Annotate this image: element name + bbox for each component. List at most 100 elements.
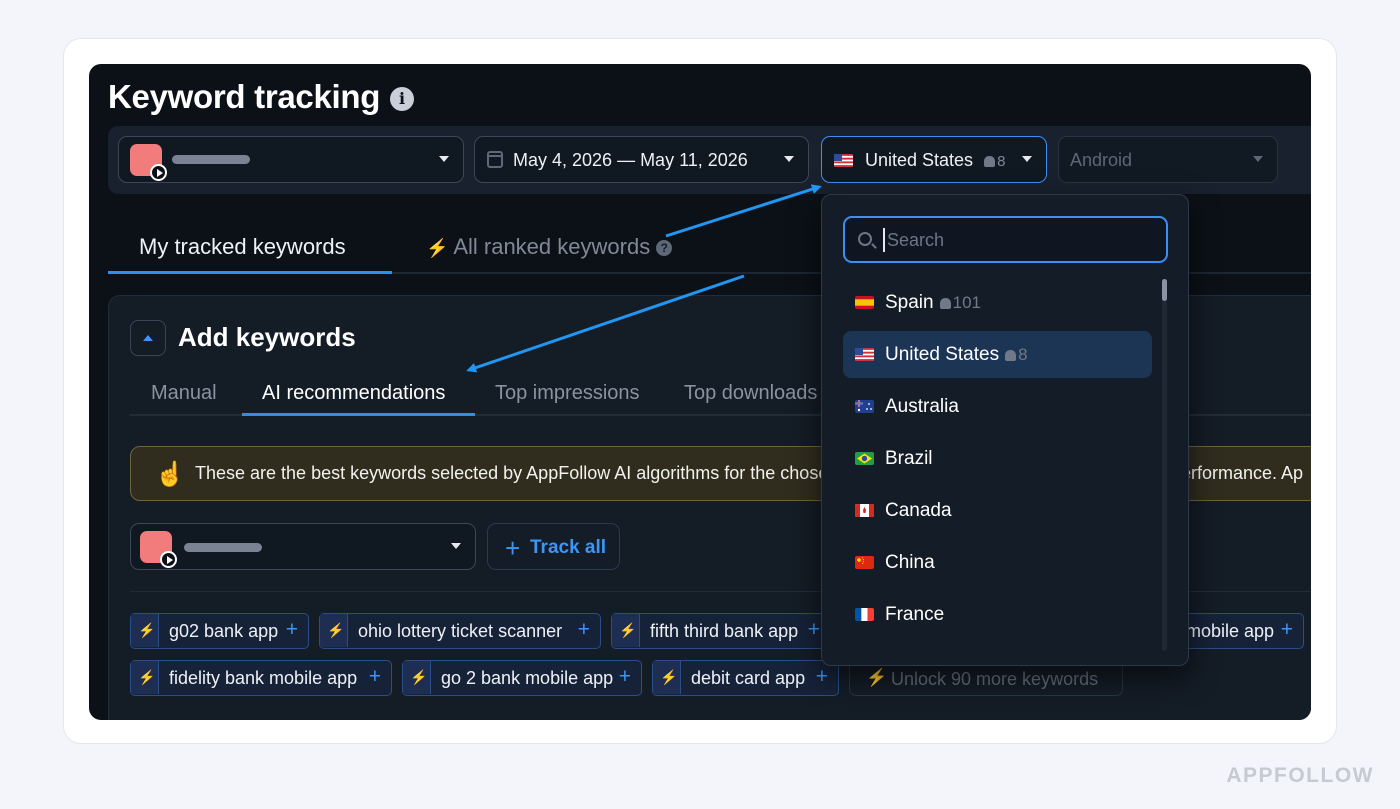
pointing-hand-icon: ☝️ bbox=[155, 461, 185, 488]
chevron-down-icon bbox=[1022, 156, 1032, 162]
bolt-icon bbox=[131, 661, 159, 694]
android-icon bbox=[939, 298, 951, 309]
chevron-down-icon bbox=[439, 156, 449, 162]
panel-title: Add keywords bbox=[178, 322, 356, 352]
subtab-top-downloads[interactable]: Top downloads bbox=[684, 382, 817, 405]
bolt-icon bbox=[612, 614, 640, 647]
country-option-china[interactable]: China bbox=[843, 539, 1152, 586]
banner-text-end: erformance. Ap bbox=[1181, 463, 1304, 483]
subtab-manual[interactable]: Manual bbox=[151, 382, 217, 405]
collapse-button[interactable] bbox=[130, 320, 166, 356]
keyword-chip[interactable]: go 2 bank mobile app + bbox=[402, 660, 642, 696]
app-name-redacted bbox=[184, 543, 262, 552]
subtab-ai-recommendations[interactable]: AI recommendations bbox=[262, 382, 445, 405]
app-screenshot: Keyword tracking i May 4, 2026 — May 11,… bbox=[89, 64, 1311, 720]
keyword-chip[interactable]: g02 bank app + bbox=[130, 613, 309, 649]
track-all-button[interactable]: + Track all bbox=[487, 523, 620, 570]
search-icon bbox=[858, 232, 872, 246]
date-range-value: May 4, 2026 — May 11, 2026 bbox=[513, 150, 748, 170]
date-range-picker[interactable]: May 4, 2026 — May 11, 2026 bbox=[474, 136, 809, 183]
keyword-text: fifth third bank app bbox=[650, 621, 799, 641]
filter-bar: May 4, 2026 — May 11, 2026 United States… bbox=[108, 126, 1311, 194]
keyword-chip[interactable]: debit card app + bbox=[652, 660, 839, 696]
track-all-label: Track all bbox=[530, 537, 607, 558]
scrollbar[interactable] bbox=[1162, 279, 1167, 651]
bolt-icon: ⚡ bbox=[426, 238, 449, 258]
australia-flag-icon bbox=[855, 400, 874, 413]
country-option-brazil[interactable]: Brazil bbox=[843, 435, 1152, 482]
country-option-australia[interactable]: Australia bbox=[843, 383, 1152, 430]
unlock-label: Unlock 90 more keywords bbox=[891, 669, 1099, 689]
app-selector[interactable] bbox=[118, 136, 464, 183]
brand-watermark: APPFOLLOW bbox=[1226, 764, 1374, 787]
chevron-down-icon bbox=[1253, 156, 1263, 162]
android-icon bbox=[1005, 350, 1017, 361]
country-name: France bbox=[885, 604, 945, 625]
country-name: China bbox=[885, 552, 935, 573]
country-count: 8 bbox=[1018, 345, 1028, 364]
country-option-united-states[interactable]: United States 8 bbox=[843, 331, 1152, 378]
bolt-icon bbox=[403, 661, 431, 694]
app-icon bbox=[130, 144, 167, 181]
tab-my-tracked-keywords[interactable]: My tracked keywords bbox=[139, 234, 346, 260]
keyword-text: ohio lottery ticket scanner bbox=[358, 621, 563, 641]
plus-icon[interactable]: + bbox=[619, 665, 631, 689]
calendar-icon bbox=[487, 151, 503, 168]
country-selector[interactable]: United States 8 bbox=[821, 136, 1047, 183]
tab-label: All ranked keywords bbox=[453, 234, 651, 259]
keyword-text: mobile app bbox=[1186, 621, 1275, 641]
page-title: Keyword tracking bbox=[108, 78, 381, 115]
canada-flag-icon bbox=[855, 504, 874, 517]
keyword-text: g02 bank app bbox=[169, 621, 279, 641]
china-flag-icon bbox=[855, 556, 874, 569]
app-icon bbox=[140, 531, 177, 568]
brazil-flag-icon bbox=[855, 452, 874, 465]
platform-selector[interactable]: Android bbox=[1058, 136, 1278, 183]
country-value: United States bbox=[865, 150, 974, 170]
chevron-down-icon bbox=[784, 156, 794, 162]
plus-icon[interactable]: + bbox=[369, 665, 381, 689]
france-flag-icon bbox=[855, 608, 874, 621]
plus-icon[interactable]: + bbox=[286, 618, 298, 642]
country-search-input[interactable] bbox=[883, 228, 1153, 252]
active-tab-indicator bbox=[108, 271, 392, 274]
country-name: Australia bbox=[885, 396, 959, 417]
plus-icon[interactable]: + bbox=[808, 618, 820, 642]
keyword-chip[interactable]: ohio lottery ticket scanner + bbox=[319, 613, 601, 649]
google-play-icon bbox=[160, 551, 177, 568]
plus-icon[interactable]: + bbox=[816, 665, 828, 689]
help-icon[interactable]: ? bbox=[656, 240, 673, 256]
google-play-icon bbox=[150, 164, 167, 181]
banner-text: These are the best keywords selected by … bbox=[195, 463, 829, 483]
keyword-text: fidelity bank mobile app bbox=[169, 668, 358, 688]
country-count: 101 bbox=[952, 293, 981, 312]
plus-icon[interactable]: + bbox=[1281, 618, 1293, 642]
tab-all-ranked-keywords[interactable]: ⚡ All ranked keywords ? bbox=[426, 234, 673, 260]
country-name: Brazil bbox=[885, 448, 933, 469]
country-count: 8 bbox=[997, 153, 1006, 170]
bolt-icon bbox=[653, 661, 681, 694]
plus-icon: + bbox=[505, 533, 521, 563]
keyword-text: go 2 bank mobile app bbox=[441, 668, 614, 688]
bolt-icon bbox=[320, 614, 348, 647]
country-search-box[interactable] bbox=[843, 216, 1168, 263]
country-name: Spain bbox=[885, 292, 934, 313]
info-icon[interactable]: i bbox=[390, 87, 414, 111]
app-name-redacted bbox=[172, 155, 250, 164]
country-option-canada[interactable]: Canada bbox=[843, 487, 1152, 534]
recommendation-app-selector[interactable] bbox=[130, 523, 476, 570]
chevron-down-icon bbox=[451, 543, 461, 549]
plus-icon[interactable]: + bbox=[578, 618, 590, 642]
keyword-chip[interactable]: fidelity bank mobile app + bbox=[130, 660, 392, 696]
keyword-text: debit card app bbox=[691, 668, 806, 688]
android-icon bbox=[984, 156, 996, 167]
us-flag-icon bbox=[855, 348, 874, 361]
bolt-icon bbox=[131, 614, 159, 647]
bolt-icon: ⚡ bbox=[866, 668, 888, 687]
country-option-france[interactable]: France bbox=[843, 591, 1152, 638]
subtab-top-impressions[interactable]: Top impressions bbox=[495, 382, 640, 405]
keyword-chip[interactable]: fifth third bank app + bbox=[611, 613, 831, 649]
scrollbar-thumb[interactable] bbox=[1162, 279, 1167, 301]
country-option-spain[interactable]: Spain 101 bbox=[843, 279, 1152, 326]
spain-flag-icon bbox=[855, 296, 874, 309]
